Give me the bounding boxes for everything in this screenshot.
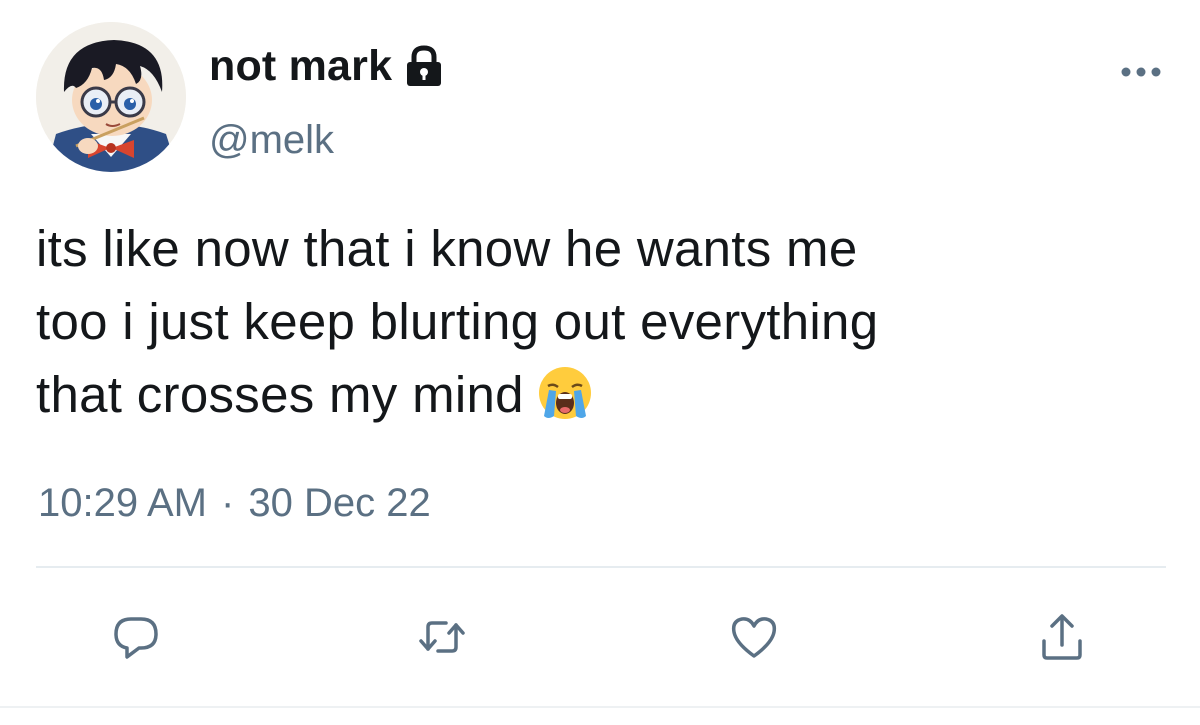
tweet-text-line-last: that crosses my mind <box>36 358 1166 431</box>
tweet-card: not mark @melk its like now that i know … <box>0 0 1200 725</box>
reply-icon <box>114 617 158 659</box>
loudly-crying-face-emoji-icon <box>536 364 594 422</box>
tweet-text-line: that crosses my mind <box>36 366 524 423</box>
tweet-timestamp[interactable]: 10:29 AM · 30 Dec 22 <box>38 481 431 526</box>
timestamp-separator: · <box>221 481 235 525</box>
like-button[interactable] <box>722 605 786 669</box>
divider <box>36 566 1166 568</box>
author-row: not mark <box>209 40 446 92</box>
display-name[interactable]: not mark <box>209 42 392 91</box>
action-bar <box>0 605 1200 675</box>
share-button[interactable] <box>1030 605 1094 669</box>
tweet-text: its like now that i know he wants me too… <box>36 212 1166 431</box>
lock-icon <box>402 44 446 88</box>
retweet-button[interactable] <box>410 605 474 669</box>
retweet-icon <box>419 621 465 653</box>
tweet-text-line: too i just keep blurting out everything <box>36 293 879 350</box>
heart-icon <box>731 617 777 658</box>
author-handle[interactable]: @melk <box>209 118 334 163</box>
tweet-date: 30 Dec 22 <box>248 481 431 525</box>
avatar[interactable] <box>36 22 186 172</box>
share-icon <box>1042 614 1082 660</box>
avatar-image <box>36 22 186 172</box>
more-dots-icon[interactable] <box>1118 60 1164 84</box>
reply-button[interactable] <box>104 605 168 669</box>
tweet-text-line: its like now that i know he wants me <box>36 220 858 277</box>
tweet-time: 10:29 AM <box>38 481 208 525</box>
bottom-divider <box>0 706 1200 708</box>
